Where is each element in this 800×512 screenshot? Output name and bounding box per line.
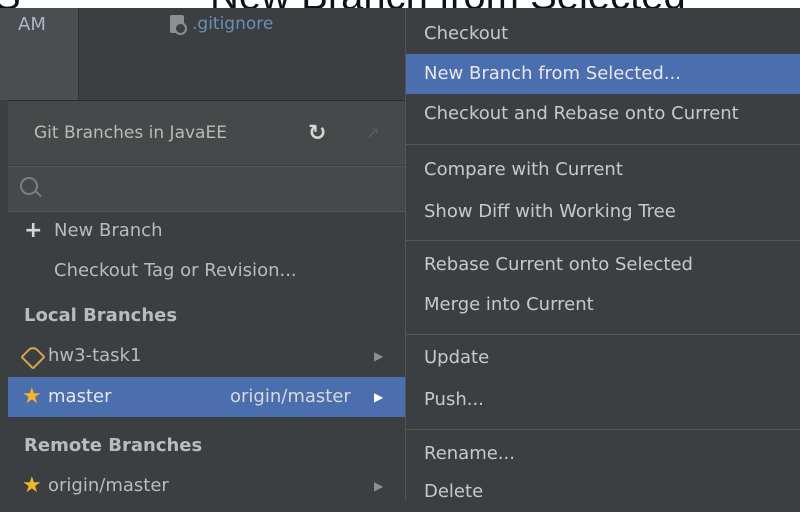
submenu-arrow-icon: ▶ (374, 349, 384, 363)
menu-item-update[interactable]: Update (406, 338, 800, 378)
branch-context-menu: Checkout New Branch from Selected... Che… (405, 8, 800, 502)
menu-item-label: New Branch from Selected... (424, 63, 682, 84)
search-icon (20, 177, 38, 195)
submenu-arrow-icon: ▶ (374, 479, 384, 493)
tracking-branch-label: origin/master (230, 386, 351, 407)
menu-item-checkout[interactable]: Checkout (406, 14, 800, 54)
popup-title: Git Branches in JavaEE (34, 123, 227, 143)
menu-item-label: Push... (424, 389, 484, 410)
remote-branches-heading: Remote Branches (8, 426, 405, 466)
star-icon: ★ (22, 384, 42, 409)
submenu-arrow-icon: ▶ (374, 390, 384, 404)
menu-item-merge-into-current[interactable]: Merge into Current (406, 285, 800, 325)
plus-icon: + (24, 218, 43, 243)
menu-item-show-diff[interactable]: Show Diff with Working Tree (406, 192, 800, 232)
refresh-icon[interactable]: ↻ (308, 123, 330, 145)
menu-item-rename[interactable]: Rename... (406, 434, 800, 474)
editor-tab-file-label: .gitignore (192, 14, 274, 34)
branch-search-input[interactable] (44, 175, 388, 203)
editor-tab-time[interactable]: AM (0, 8, 79, 100)
menu-item-label: Update (424, 347, 490, 368)
menu-item-compare-with-current[interactable]: Compare with Current (406, 150, 800, 190)
caption-main-text: New Branch from Selected (210, 0, 686, 8)
overlay-caption: S New Branch from Selected (0, 0, 800, 8)
branch-item-master[interactable]: ★ master origin/master ▶ (8, 377, 405, 417)
tag-icon (20, 344, 46, 370)
menu-item-label: Show Diff with Working Tree (424, 201, 676, 222)
menu-separator (406, 144, 800, 145)
local-branches-heading: Local Branches (8, 296, 405, 336)
new-branch-action[interactable]: + New Branch (8, 211, 405, 251)
menu-item-delete[interactable]: Delete (406, 472, 800, 512)
menu-item-label: Delete (424, 481, 484, 502)
branch-name: hw3-task1 (48, 345, 142, 366)
caption-left-fragment: S (0, 0, 21, 8)
branch-search-box[interactable] (8, 166, 405, 212)
local-branches-label: Local Branches (24, 305, 178, 326)
editor-tab-time-label: AM (18, 14, 46, 35)
remote-branches-label: Remote Branches (24, 435, 203, 456)
menu-item-new-branch-from-selected[interactable]: New Branch from Selected... (406, 54, 800, 94)
menu-item-label: Rebase Current onto Selected (424, 254, 693, 275)
checkout-tag-label: Checkout Tag or Revision... (54, 260, 297, 281)
menu-item-label: Compare with Current (424, 159, 623, 180)
new-branch-label: New Branch (54, 220, 163, 241)
menu-separator (406, 240, 800, 241)
menu-item-rebase-current[interactable]: Rebase Current onto Selected (406, 245, 800, 285)
menu-item-push[interactable]: Push... (406, 380, 800, 420)
collapse-icon[interactable]: ↗ (366, 123, 386, 143)
menu-separator (406, 429, 800, 430)
menu-item-checkout-and-rebase[interactable]: Checkout and Rebase onto Current (406, 94, 800, 134)
branch-name: origin/master (48, 475, 169, 496)
editor-tab-strip: AM .gitignore (0, 8, 405, 100)
star-icon: ★ (22, 473, 42, 498)
editor-tab-gitignore[interactable]: .gitignore (170, 14, 274, 35)
branch-item-hw3-task1[interactable]: hw3-task1 ▶ (8, 336, 405, 376)
menu-item-label: Rename... (424, 443, 515, 464)
menu-separator (406, 334, 800, 335)
branch-item-origin-master[interactable]: ★ origin/master ▶ (8, 466, 405, 506)
menu-item-label: Checkout (424, 23, 509, 44)
git-branches-popup: Git Branches in JavaEE ↻ ↗ + New Branch … (8, 100, 405, 501)
branch-name: master (48, 386, 112, 407)
checkout-tag-action[interactable]: Checkout Tag or Revision... (8, 251, 405, 291)
menu-item-label: Checkout and Rebase onto Current (424, 103, 739, 124)
ignored-file-icon (170, 15, 187, 35)
menu-item-label: Merge into Current (424, 294, 594, 315)
popup-header: Git Branches in JavaEE ↻ ↗ (8, 101, 405, 165)
